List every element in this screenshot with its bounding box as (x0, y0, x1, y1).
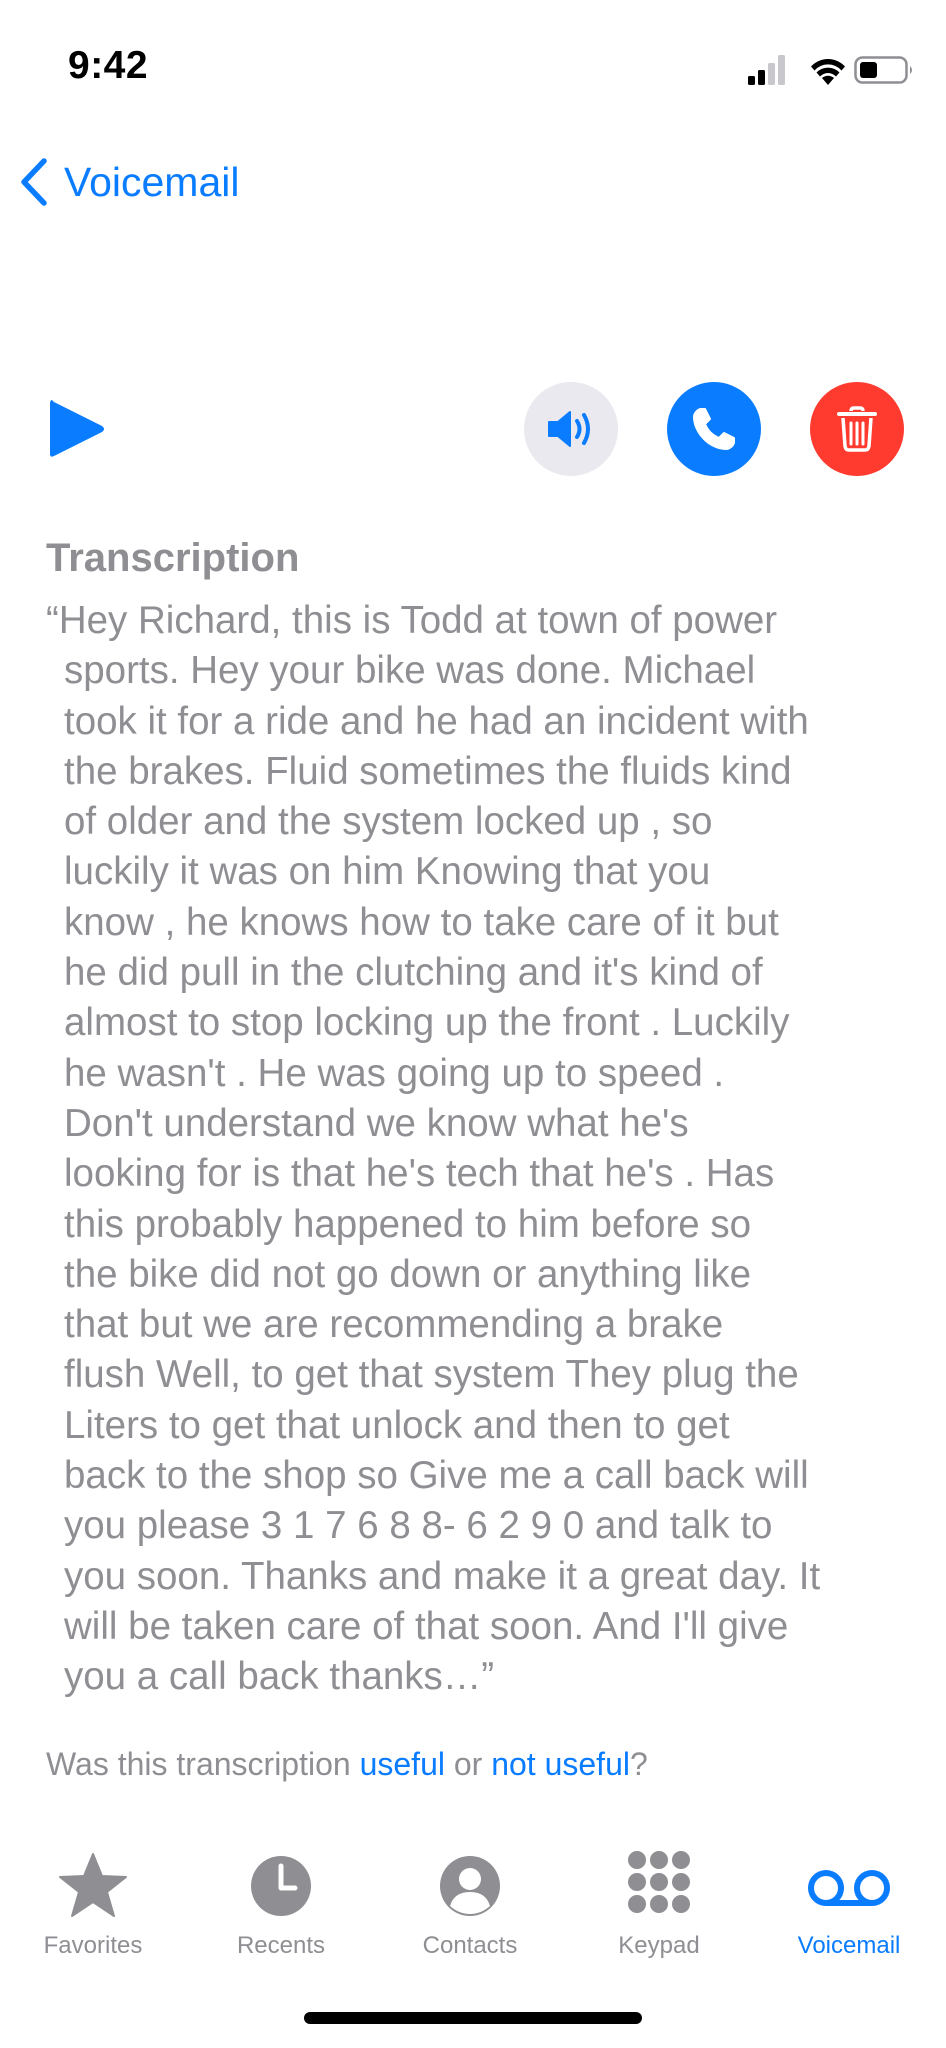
star-icon (59, 1853, 127, 1917)
feedback-suffix: ? (629, 1746, 648, 1782)
feedback-or: or (444, 1746, 492, 1782)
tab-favorites[interactable]: Favorites (0, 1850, 188, 1970)
tab-recents[interactable]: Recents (186, 1850, 376, 1970)
tab-label: Favorites (43, 1932, 143, 1959)
speaker-button[interactable] (524, 382, 618, 476)
home-indicator[interactable] (304, 2012, 642, 2024)
cellular-signal-icon (748, 55, 785, 85)
speaker-icon (548, 411, 590, 447)
play-icon (50, 400, 104, 457)
delete-button[interactable] (810, 382, 904, 476)
clock-icon (251, 1856, 311, 1916)
transcription-heading: Transcription (46, 536, 300, 580)
phone-icon (693, 408, 735, 450)
tab-label: Recents (236, 1932, 326, 1959)
transcription-text: “Hey Richard, this is Todd at town of po… (46, 599, 821, 1699)
person-circle-icon (440, 1856, 500, 1916)
chevron-left-icon (21, 158, 47, 206)
status-time: 9:42 (68, 44, 149, 87)
keypad-icon (628, 1851, 690, 1913)
tab-contacts[interactable]: Contacts (375, 1850, 565, 1970)
status-icons (748, 55, 912, 85)
call-back-button[interactable] (667, 382, 761, 476)
tab-voicemail[interactable]: Voicemail (754, 1850, 944, 1970)
tab-label: Contacts (422, 1932, 518, 1959)
battery-icon (854, 56, 912, 84)
not-useful-link[interactable]: not useful (491, 1746, 630, 1782)
wifi-icon (811, 58, 845, 85)
trash-icon (837, 406, 877, 452)
transcription-feedback: Was this transcription useful or not use… (46, 1746, 648, 1783)
useful-link[interactable]: useful (360, 1746, 445, 1782)
back-button[interactable]: Voicemail (18, 150, 239, 214)
play-button[interactable] (46, 396, 108, 462)
voicemail-icon (808, 1870, 890, 1906)
back-label: Voicemail (64, 158, 240, 205)
tab-keypad[interactable]: Keypad (564, 1850, 754, 1970)
feedback-prefix: Was this transcription (46, 1746, 360, 1782)
tab-label: Voicemail (797, 1932, 901, 1959)
tab-label: Keypad (618, 1932, 700, 1959)
